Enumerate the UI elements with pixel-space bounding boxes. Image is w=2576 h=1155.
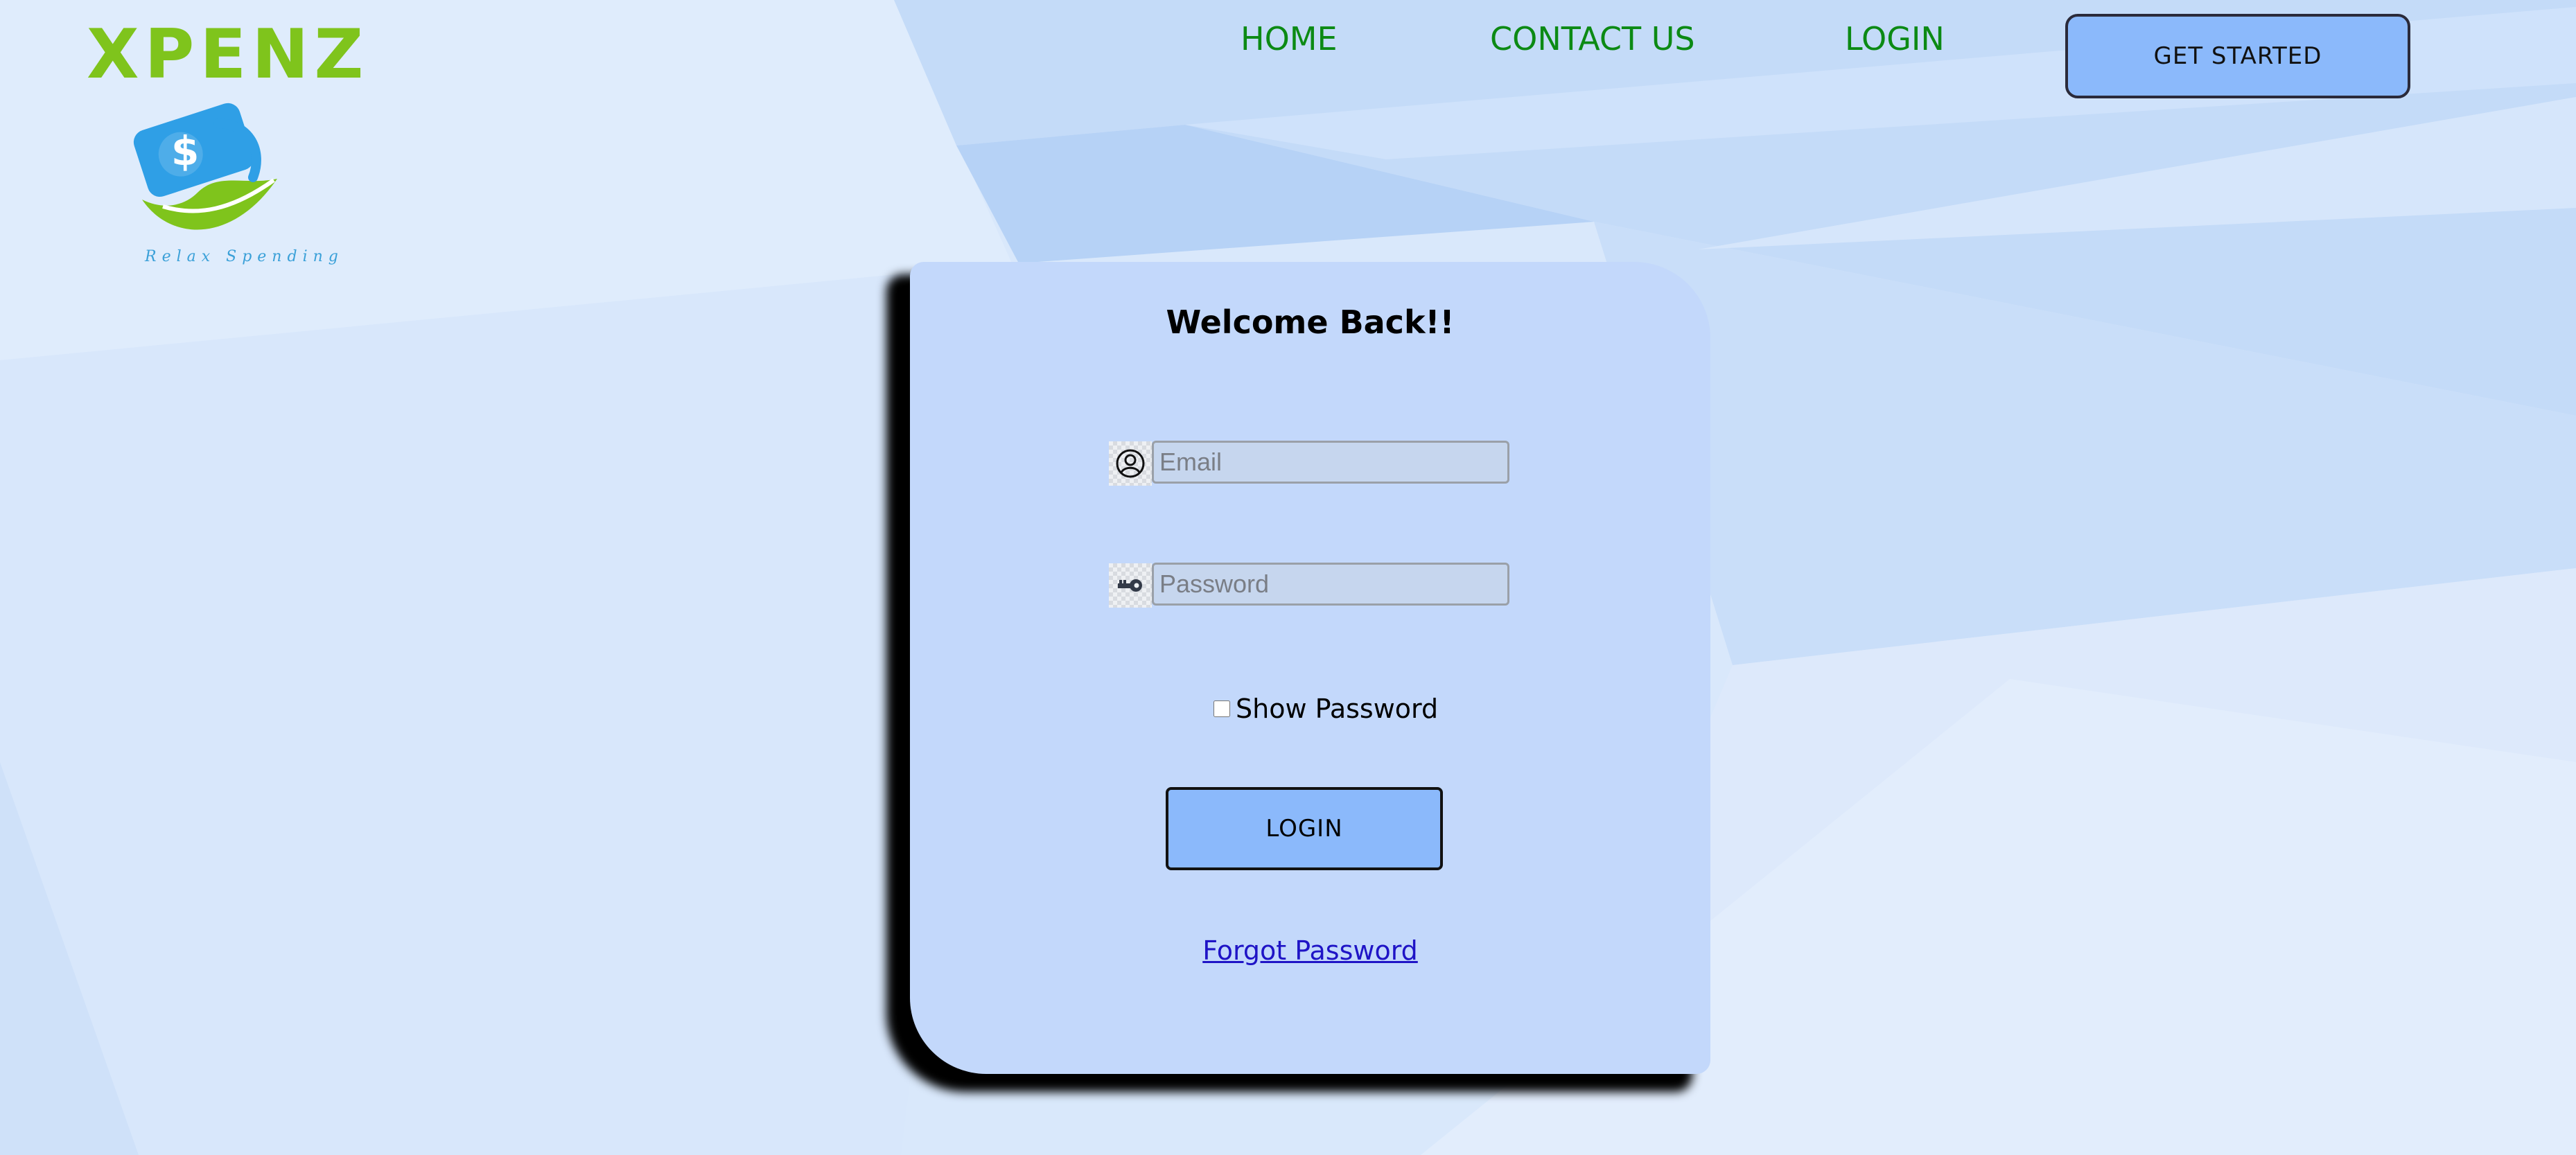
show-password-label: Show Password xyxy=(1236,694,1439,724)
email-row xyxy=(1109,441,1509,486)
login-card: Welcome Back!! Show Password LOGIN xyxy=(910,262,1710,1074)
forgot-password-container: Forgot Password xyxy=(910,935,1710,966)
nav-contact-link[interactable]: CONTACT US xyxy=(1490,17,1695,61)
nav-home-link[interactable]: HOME xyxy=(1241,17,1338,61)
email-field[interactable] xyxy=(1152,441,1509,484)
password-field[interactable] xyxy=(1152,563,1509,606)
forgot-password-link[interactable]: Forgot Password xyxy=(1202,935,1418,966)
brand-logo[interactable]: XPENZ $ Relax Spending xyxy=(38,14,371,265)
logo-wordmark: XPENZ xyxy=(87,15,369,94)
key-icon xyxy=(1109,563,1152,608)
password-row xyxy=(1109,563,1509,608)
svg-text:$: $ xyxy=(171,127,199,175)
show-password-checkbox[interactable] xyxy=(1213,700,1230,717)
wallet-leaf-icon: $ xyxy=(133,103,277,230)
page-title: Welcome Back!! xyxy=(1166,303,1455,341)
get-started-button[interactable]: GET STARTED xyxy=(2065,14,2410,98)
show-password-toggle[interactable]: Show Password xyxy=(1213,691,1438,726)
user-circle-icon xyxy=(1109,441,1152,486)
login-button[interactable]: LOGIN xyxy=(1166,787,1443,870)
logo-tagline: Relax Spending xyxy=(145,248,344,265)
nav-login-link[interactable]: LOGIN xyxy=(1845,17,1945,61)
